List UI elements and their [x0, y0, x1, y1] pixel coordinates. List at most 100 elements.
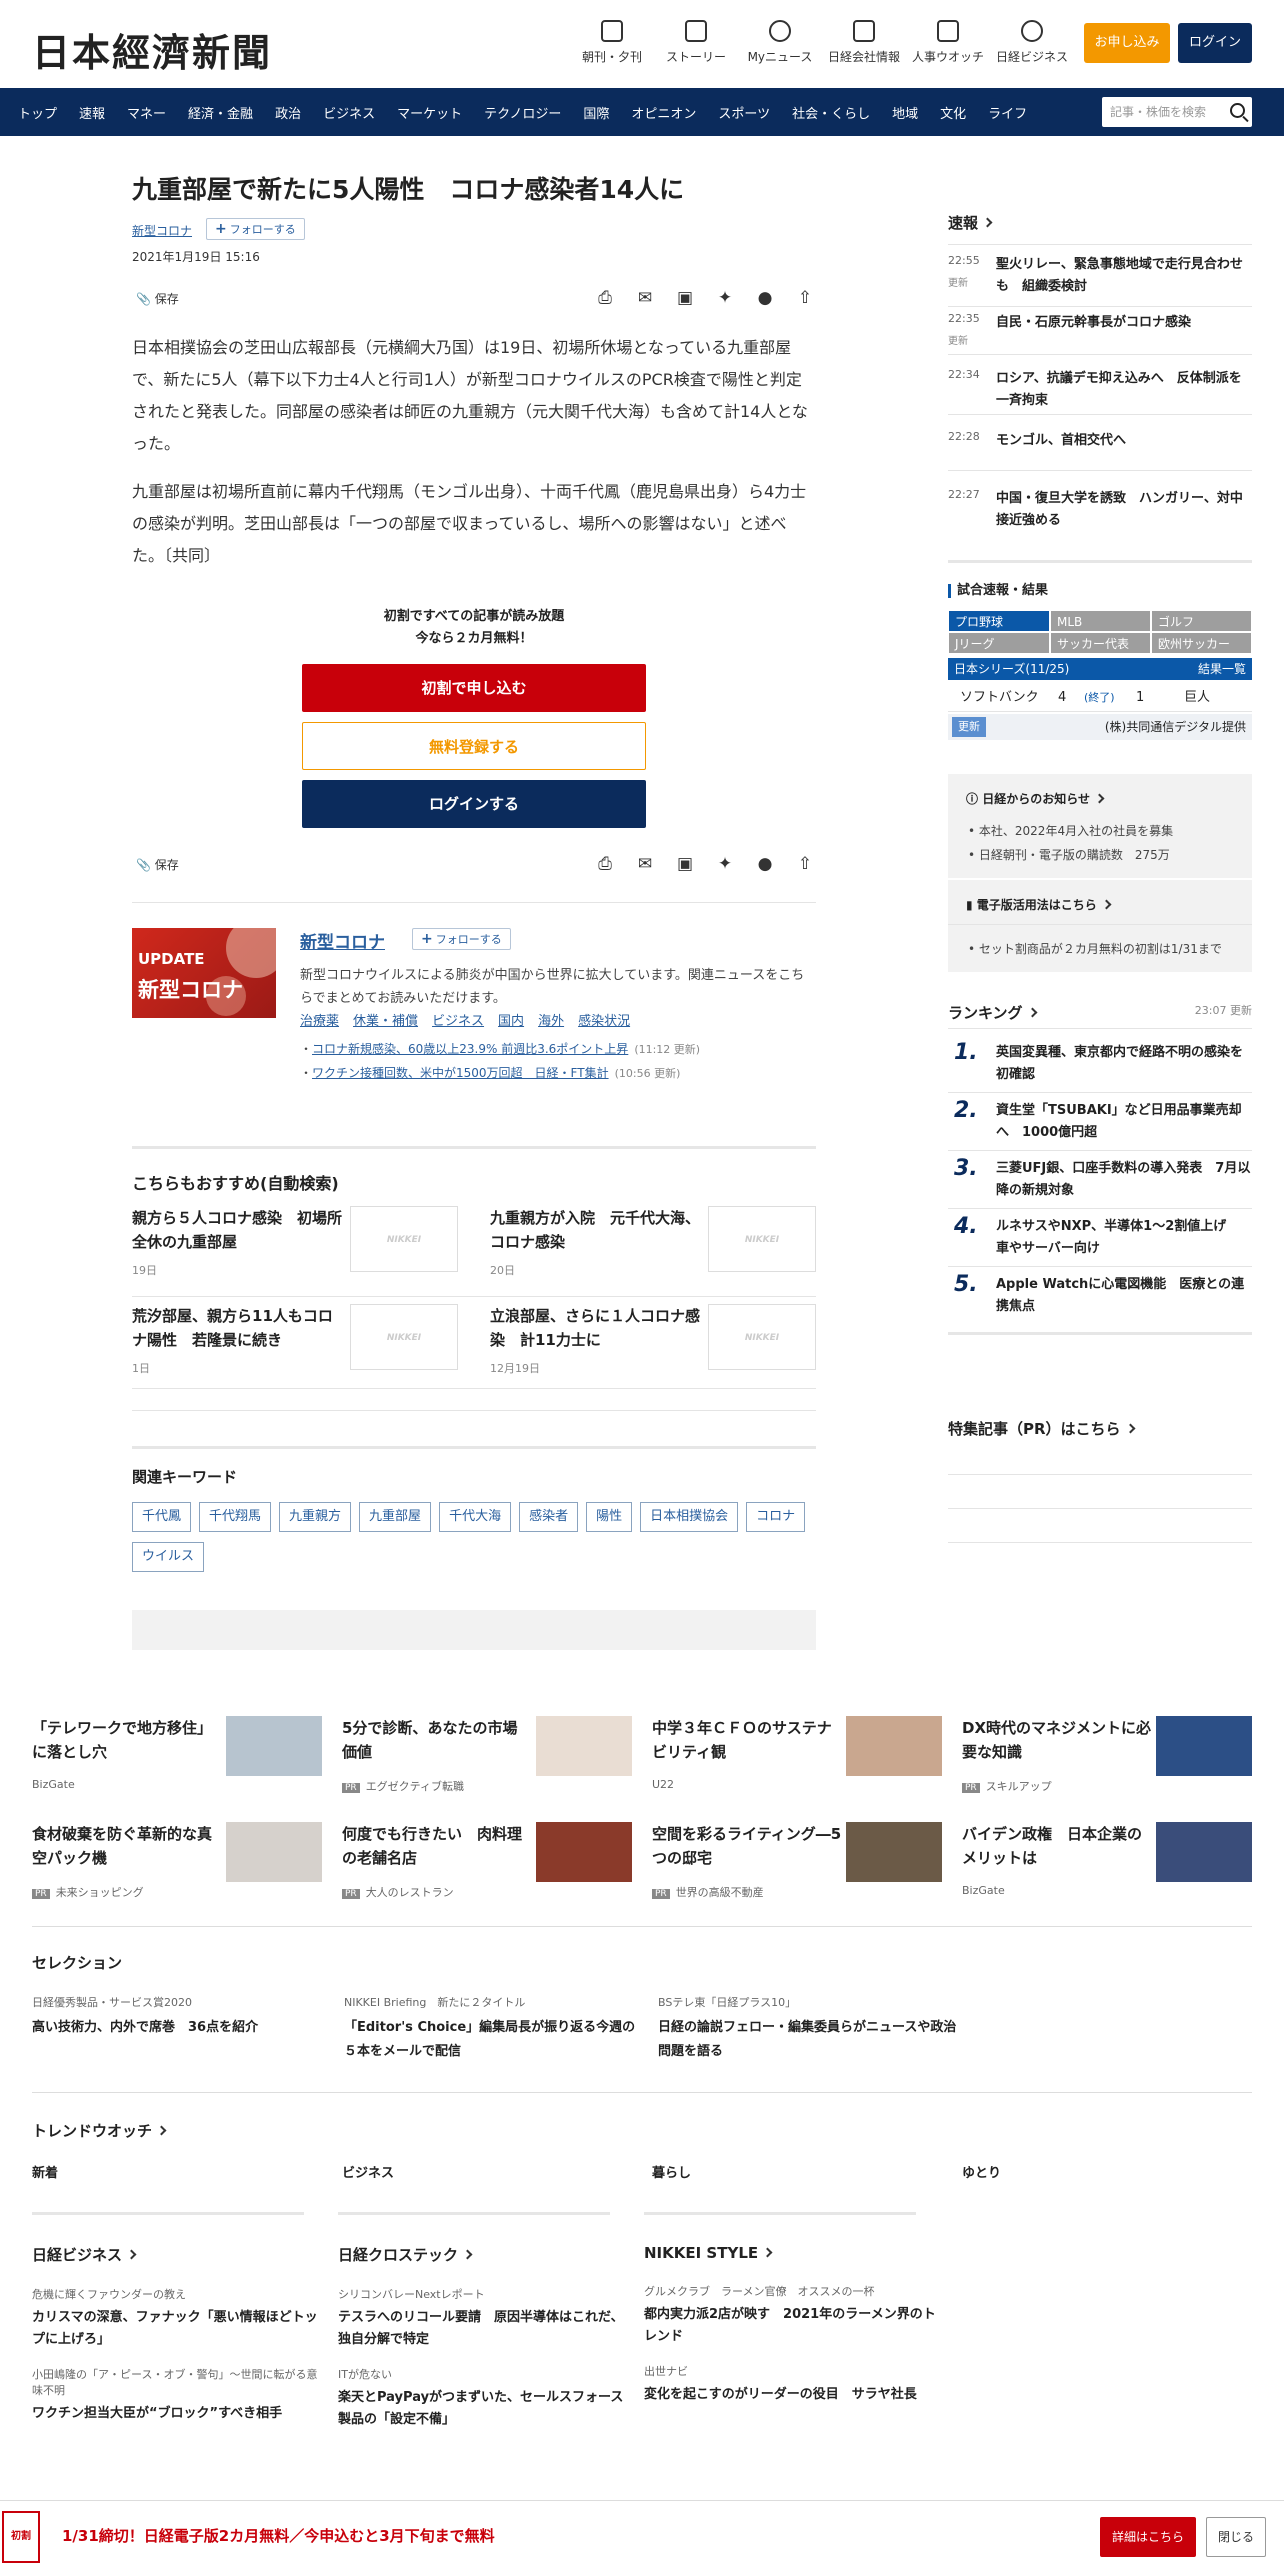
- pr-item[interactable]: 「テレワークで地方移住」に落とし穴 BizGate: [32, 1716, 322, 1791]
- trial-signup-button[interactable]: 初割で申し込む: [302, 664, 646, 712]
- paywall-login-button[interactable]: ログインする: [302, 780, 646, 828]
- pr-item[interactable]: 何度でも行きたい 肉料理の老舗名店 PR 大人のレストラン: [342, 1822, 632, 1899]
- keyword-tag[interactable]: 感染者: [519, 1502, 579, 1532]
- promo-text[interactable]: 1/31締切！日経電子版2カ月無料／今申込むと3月下旬まで無料: [62, 2525, 495, 2546]
- publication-link[interactable]: カリスマの深意、ファナック「悪い情報ほどトップに上げろ」: [32, 2307, 328, 2351]
- selection-item[interactable]: BSテレ東「日経プラス10」 日経の論説フェロー・編集委員らがニュースや政治問題を…: [658, 1994, 958, 2064]
- pr-item[interactable]: 5分で診断、あなたの市場価値 PR エグゼクティブ転職: [342, 1716, 632, 1793]
- score-tab-euro-soccer[interactable]: 欧州サッカー: [1151, 632, 1252, 654]
- trend-tab[interactable]: ゆとり: [962, 2162, 1001, 2181]
- recommend-item[interactable]: 荒汐部屋、親方ら11人もコロナ陽性 若隆景に続き 1日 NIKKEI: [132, 1304, 458, 1390]
- header-link-business[interactable]: 日経ビジネス: [990, 20, 1074, 65]
- results-link[interactable]: 結果一覧: [1198, 658, 1246, 680]
- score-tab-soccer-japan[interactable]: サッカー代表: [1050, 632, 1151, 654]
- trend-tab[interactable]: 暮らし: [652, 2162, 691, 2181]
- topic-sublink[interactable]: ビジネス: [432, 1010, 484, 1029]
- topic-sublink[interactable]: 休業・補償: [353, 1010, 418, 1029]
- score-update-button[interactable]: 更新: [952, 717, 986, 737]
- nav-item-economy[interactable]: 経済・金融: [188, 103, 253, 122]
- header-link-story[interactable]: ストーリー: [654, 20, 738, 65]
- nav-item-technology[interactable]: テクノロジー: [484, 103, 561, 122]
- notice-item[interactable]: • 本社、2022年4月入社の社員を募集: [968, 822, 1173, 839]
- pr-item[interactable]: 空間を彩るライティング―5つの邸宅 PR 世界の高級不動産: [652, 1822, 942, 1899]
- nav-item-business[interactable]: ビジネス: [323, 103, 375, 122]
- publication-heading[interactable]: 日経ビジネス: [32, 2244, 328, 2265]
- topic-sublink[interactable]: 国内: [498, 1010, 524, 1029]
- nav-item-opinion[interactable]: オピニオン: [631, 103, 696, 122]
- login-button[interactable]: ログイン: [1178, 23, 1252, 63]
- nav-item-society[interactable]: 社会・くらし: [792, 103, 870, 122]
- topic-news-link[interactable]: ワクチン接種回数、米中が1500万回超 日経・FT集計: [312, 1066, 609, 1080]
- nav-item-money[interactable]: マネー: [127, 103, 166, 122]
- pr-heading[interactable]: 特集記事（PR）はこちら: [948, 1418, 1135, 1439]
- notice-item[interactable]: • 日経朝刊・電子版の購読数 275万: [968, 846, 1170, 863]
- clip-page-icon[interactable]: ▣: [674, 288, 696, 308]
- publication-link[interactable]: テスラへのリコール要請 原因半導体はこれだ、独自分解で特定: [338, 2307, 634, 2351]
- nav-item-region[interactable]: 地域: [892, 103, 918, 122]
- selection-item[interactable]: NIKKEI Briefing 新たに２タイトル 「Editor's Choice…: [344, 1994, 644, 2064]
- mail-icon[interactable]: ✉: [634, 288, 656, 308]
- flash-heading[interactable]: 速報: [948, 212, 993, 233]
- nav-item-international[interactable]: 国際: [583, 103, 609, 122]
- keyword-tag[interactable]: ウイルス: [132, 1542, 205, 1572]
- keyword-tag[interactable]: 千代鳳: [132, 1502, 192, 1532]
- keyword-tag[interactable]: 日本相撲協会: [640, 1502, 739, 1532]
- header-link-jinji[interactable]: 人事ウオッチ: [906, 20, 990, 65]
- nikkei-logo[interactable]: 日本經濟新聞: [32, 22, 272, 77]
- publication-link[interactable]: 変化を起こすのがリーダーの役目 サラヤ社長: [644, 2384, 940, 2406]
- promo-close-button[interactable]: 閉じる: [1206, 2517, 1266, 2557]
- publication-heading[interactable]: NIKKEI STYLE: [644, 2244, 940, 2262]
- publication-link[interactable]: ワクチン担当大臣が“ブロック”すべき相手: [32, 2403, 328, 2425]
- share-icon[interactable]: ⇧: [794, 288, 816, 308]
- topic-sublink[interactable]: 感染状況: [578, 1010, 630, 1029]
- selection-item[interactable]: 日経優秀製品・サービス賞2020 高い技術力、内外で席巻 36点を紹介: [32, 1994, 332, 2040]
- pr-item[interactable]: バイデン政権 日本企業のメリットは BizGate: [962, 1822, 1252, 1897]
- nav-item-sports[interactable]: スポーツ: [718, 103, 770, 122]
- topic-news-link[interactable]: コロナ新規感染、60歳以上23.9% 前週比3.6ポイント上昇: [312, 1042, 628, 1056]
- score-tab-golf[interactable]: ゴルフ: [1151, 610, 1252, 632]
- follow-button[interactable]: + フォローする: [206, 218, 305, 240]
- pr-item[interactable]: 中学３年ＣＦＯのサステナビリティ観 U22: [652, 1716, 942, 1791]
- recommend-item[interactable]: 九重親方が入院 元千代大海、コロナ感染 20日 NIKKEI: [490, 1206, 816, 1292]
- keyword-tag[interactable]: 九重親方: [279, 1502, 352, 1532]
- publication-heading[interactable]: 日経クロステック: [338, 2244, 634, 2265]
- keyword-tag[interactable]: 千代翔馬: [199, 1502, 272, 1532]
- share-icon[interactable]: ⇧: [794, 854, 816, 874]
- score-tab-mlb[interactable]: MLB: [1050, 610, 1151, 632]
- twitter-icon[interactable]: ✦: [714, 288, 736, 308]
- publication-link[interactable]: 楽天とPayPayがつまずいた、セールスフォース製品の「設定不備」: [338, 2387, 634, 2431]
- trend-heading[interactable]: トレンドウオッチ: [32, 2120, 167, 2141]
- facebook-icon[interactable]: ●: [754, 288, 776, 308]
- free-register-button[interactable]: 無料登録する: [302, 722, 646, 770]
- twitter-icon[interactable]: ✦: [714, 854, 736, 874]
- topic-link[interactable]: 新型コロナ: [132, 222, 192, 239]
- save-button[interactable]: 📎 保存: [136, 290, 179, 307]
- score-row[interactable]: ソフトバンク 4 (終了) 1 巨人: [948, 684, 1252, 712]
- nav-item-politics[interactable]: 政治: [275, 103, 301, 122]
- keyword-tag[interactable]: コロナ: [746, 1502, 806, 1532]
- topic-follow-button[interactable]: + フォローする: [412, 928, 511, 950]
- publication-link[interactable]: 都内実力派2店が映す 2021年のラーメン界のトレンド: [644, 2304, 940, 2348]
- mail-icon[interactable]: ✉: [634, 854, 656, 874]
- header-link-paper[interactable]: 朝刊・夕刊: [570, 20, 654, 65]
- search-icon[interactable]: [1230, 103, 1245, 118]
- score-tab-jleague[interactable]: Jリーグ: [948, 632, 1050, 654]
- clip-page-icon[interactable]: ▣: [674, 854, 696, 874]
- trend-tab[interactable]: 新着: [32, 2162, 58, 2181]
- subscribe-button[interactable]: お申し込み: [1084, 23, 1170, 63]
- recommend-item[interactable]: 立浪部屋、さらに１人コロナ感染 計11力士に 12月19日 NIKKEI: [490, 1304, 816, 1390]
- keyword-tag[interactable]: 千代大海: [439, 1502, 512, 1532]
- search-input[interactable]: 記事・株価を検索: [1102, 97, 1252, 127]
- topic-image[interactable]: UPDATE 新型コロナ: [132, 928, 276, 1018]
- notice-heading[interactable]: ⓘ 日経からのお知らせ: [966, 790, 1105, 807]
- trend-tab[interactable]: ビジネス: [342, 2162, 394, 2181]
- header-link-mynews[interactable]: Myニュース: [738, 20, 822, 65]
- nav-item-market[interactable]: マーケット: [397, 103, 462, 122]
- keyword-tag[interactable]: 陽性: [586, 1502, 633, 1532]
- print-icon[interactable]: ⎙: [594, 288, 616, 308]
- promo-detail-button[interactable]: 詳細はこちら: [1100, 2517, 1196, 2557]
- nav-item-culture[interactable]: 文化: [940, 103, 966, 122]
- ebook-heading[interactable]: ▮ 電子版活用法はこちら: [966, 896, 1112, 913]
- print-icon[interactable]: ⎙: [594, 854, 616, 874]
- nav-item-top[interactable]: トップ: [18, 103, 57, 122]
